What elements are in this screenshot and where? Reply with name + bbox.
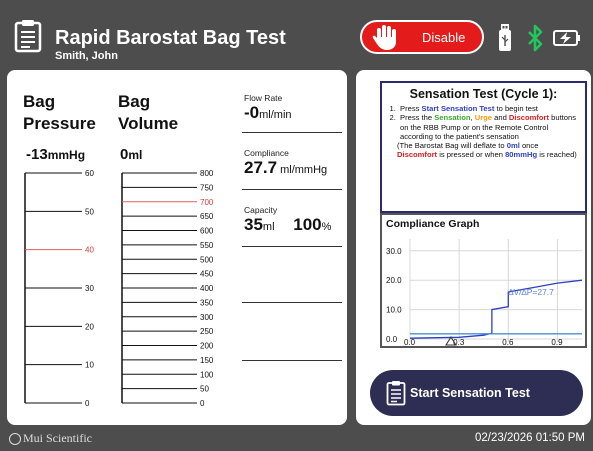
divider bbox=[242, 132, 342, 133]
flow-rate-label: Flow Rate bbox=[244, 93, 283, 103]
pressure-tick-label: 0 bbox=[85, 399, 90, 408]
clipboard-icon bbox=[386, 381, 406, 406]
volume-tick-label: 750 bbox=[200, 183, 214, 192]
y-tick-label: 30.0 bbox=[386, 247, 402, 256]
app-title: Rapid Barostat Bag Test bbox=[55, 27, 286, 49]
volume-tick-label: 100 bbox=[200, 370, 214, 379]
instruction-step-2: Press the Sensation, Urge and Discomfort… bbox=[398, 113, 580, 141]
gauge-scales: 6050403020100800750700650600550500450400… bbox=[24, 169, 214, 408]
volume-tick-label: 800 bbox=[200, 169, 214, 178]
measurements-panel: Bag Pressure -13mmHg Bag Volume 0ml 60 50… bbox=[7, 70, 347, 425]
hand-stop-icon bbox=[372, 25, 396, 50]
volume-tick-label: 300 bbox=[200, 313, 214, 322]
divider bbox=[242, 302, 342, 303]
compliance-chart: 0.010.020.030.00.0 0.3 0.6 0.9∆V/∆P=27.7 bbox=[386, 239, 583, 346]
instruction-step-1: Press Start Sensation Test to begin test bbox=[398, 104, 580, 113]
instructions-panel: Sensation Test (Cycle 1): Press Start Se… bbox=[356, 70, 591, 425]
disable-button[interactable]: Disable bbox=[360, 20, 484, 54]
battery-charging-icon bbox=[553, 30, 580, 46]
divider bbox=[242, 189, 342, 190]
logo-icon bbox=[9, 432, 21, 445]
compliance-label: Compliance bbox=[244, 148, 289, 158]
volume-tick-label: 150 bbox=[200, 356, 214, 365]
clipboard-icon bbox=[14, 20, 42, 53]
sensation-instructions: Sensation Test (Cycle 1): Press Start Se… bbox=[380, 81, 587, 213]
pressure-tick-label: 20 bbox=[85, 322, 94, 331]
disable-label: Disable bbox=[422, 29, 466, 45]
volume-tick-label: 50 bbox=[200, 385, 209, 394]
capacity-block: Capacity 35ml 100% bbox=[244, 205, 338, 235]
header-bar: Rapid Barostat Bag Test Smith, John Disa… bbox=[0, 0, 593, 70]
compliance-block: Compliance 27.7 ml/mmHg bbox=[244, 148, 338, 178]
start-sensation-test-button[interactable]: Start Sensation Test bbox=[370, 370, 583, 416]
volume-tick-label: 200 bbox=[200, 342, 214, 351]
volume-tick-label: 350 bbox=[200, 298, 214, 307]
volume-tick-label: 500 bbox=[200, 255, 214, 264]
volume-tick-label: 400 bbox=[200, 284, 214, 293]
capacity-value: 35ml 100% bbox=[244, 215, 332, 234]
start-button-label: Start Sensation Test bbox=[410, 386, 530, 400]
pressure-tick-label: 30 bbox=[85, 284, 94, 293]
capacity-label: Capacity bbox=[244, 205, 278, 215]
pressure-tick-label: 10 bbox=[85, 361, 94, 370]
y-tick-label: 0.0 bbox=[386, 335, 398, 344]
volume-tick-label: 250 bbox=[200, 327, 214, 336]
datetime: 02/23/2026 01:50 PM bbox=[475, 432, 585, 444]
pressure-tick-label: 50 bbox=[85, 207, 94, 216]
patient-name: Smith, John bbox=[55, 50, 118, 62]
pressure-tick-label: 60 bbox=[85, 169, 94, 178]
sensation-title: Sensation Test (Cycle 1): bbox=[409, 87, 558, 101]
volume-tick-label: 0 bbox=[200, 399, 205, 408]
pressure-tick-label: 40 bbox=[85, 246, 94, 255]
bluetooth-icon bbox=[528, 24, 543, 52]
instruction-note: (The Barostat Bag will deflate to 0ml on… bbox=[397, 141, 577, 160]
compliance-value: 27.7 ml/mmHg bbox=[244, 158, 328, 177]
x-tick-label: 0.6 bbox=[502, 338, 514, 346]
y-tick-label: 20.0 bbox=[386, 276, 402, 285]
flow-rate-block: Flow Rate -0ml/min bbox=[244, 93, 338, 123]
divider bbox=[242, 246, 342, 247]
compliance-annotation: ∆V/∆P=27.7 bbox=[508, 287, 554, 297]
divider bbox=[242, 360, 342, 361]
volume-tick-label: 450 bbox=[200, 270, 214, 279]
brand-logo: Mui Scientific bbox=[9, 431, 92, 446]
volume-tick-label: 600 bbox=[200, 227, 214, 236]
volume-tick-label: 700 bbox=[200, 198, 214, 207]
usb-icon bbox=[499, 24, 511, 51]
volume-tick-label: 650 bbox=[200, 212, 214, 221]
flow-rate-value: -0ml/min bbox=[244, 103, 292, 122]
compliance-graph: Compliance Graph 0.0 10.0 20.0 30.0 0.0 0.3 0.… bbox=[380, 213, 587, 348]
y-tick-label: 10.0 bbox=[386, 306, 402, 315]
x-tick-label: 0.9 bbox=[551, 338, 563, 346]
capacity-percent: 100 bbox=[293, 215, 322, 234]
volume-tick-label: 550 bbox=[200, 241, 214, 250]
x-tick-label: 0.0 bbox=[404, 338, 416, 346]
